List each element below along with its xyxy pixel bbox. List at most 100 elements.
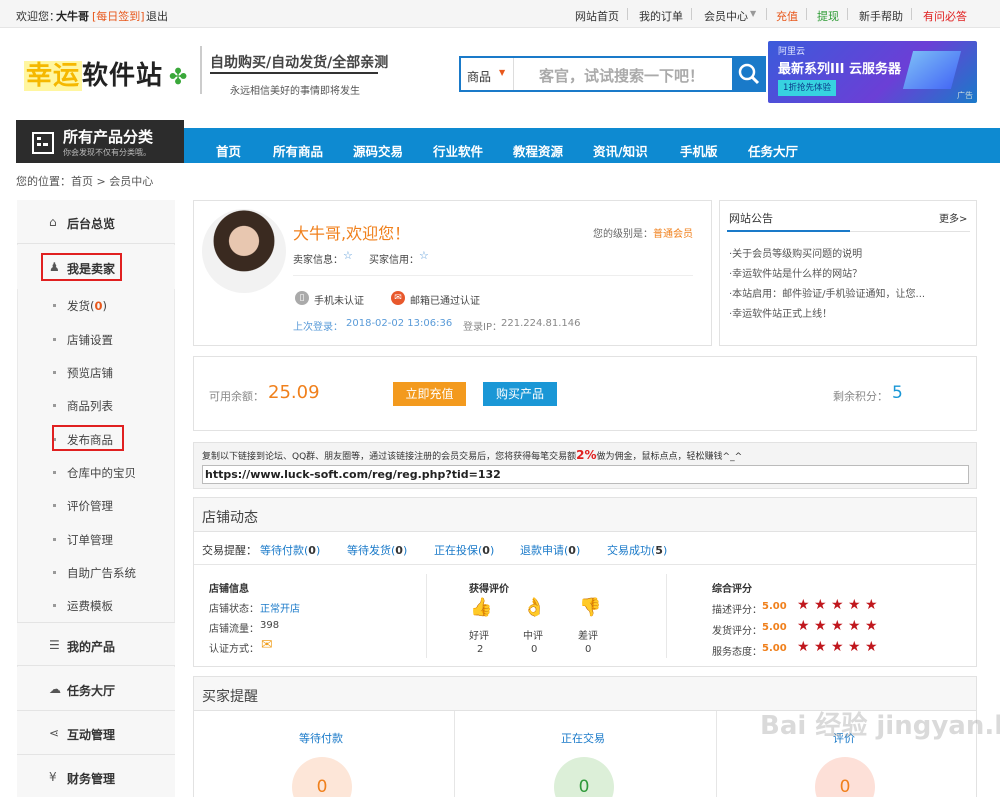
- sidebar-item-task-hall[interactable]: ☁ 任务大厅: [17, 667, 175, 711]
- rating-bad-label: 差评: [578, 631, 598, 642]
- top-link-member-center[interactable]: 会员中心: [704, 8, 748, 24]
- points-value: 5: [892, 383, 903, 403]
- nav-all-products[interactable]: 所有商品: [273, 141, 323, 160]
- sidebar-sub-orders[interactable]: 订单管理: [53, 532, 113, 548]
- top-link-home[interactable]: 网站首页: [575, 8, 619, 24]
- caret-down-icon[interactable]: ▼: [499, 68, 505, 77]
- shop-traffic-label: 店铺流量：: [209, 624, 259, 635]
- sidebar-sub-shop-settings[interactable]: 店铺设置: [53, 332, 113, 348]
- sidebar-my-products-label: 我的产品: [67, 640, 116, 654]
- top-link-help[interactable]: 新手帮助: [859, 8, 903, 24]
- buyer-trading-count[interactable]: 0: [554, 757, 614, 797]
- category-title: 所有产品分类: [63, 128, 154, 146]
- shop-info-title: 店铺信息: [209, 584, 249, 595]
- avatar[interactable]: [202, 209, 286, 293]
- nav-home[interactable]: 首页: [216, 141, 241, 160]
- sidebar-sub-preview-shop[interactable]: 预览店铺: [53, 365, 113, 381]
- category-icon: [32, 132, 54, 154]
- trade-pending-shipment[interactable]: 等待发货(0): [347, 542, 407, 558]
- logo-text-b: 软件站: [82, 61, 164, 91]
- sidebar-item-overview[interactable]: ⌂ 后台总览: [17, 200, 175, 244]
- recharge-button[interactable]: 立即充值: [393, 382, 466, 406]
- score-service-label: 服务态度：: [712, 647, 762, 658]
- sidebar-sub-warehouse[interactable]: 仓库中的宝贝: [53, 465, 136, 481]
- buyer-trading-label[interactable]: 正在交易: [561, 730, 605, 746]
- ship-count: 0: [94, 299, 103, 313]
- level-label: 您的级别是：: [593, 229, 653, 240]
- points-label: 剩余积分：: [833, 390, 888, 403]
- notice-item[interactable]: ·幸运软件站正式上线！: [729, 305, 832, 320]
- trade-refund[interactable]: 退款申请(0): [520, 542, 580, 558]
- category-menu[interactable]: 所有产品分类 你会发现不仅有分类哦。: [16, 120, 184, 163]
- header-divider: [200, 46, 202, 94]
- sidebar-item-finance[interactable]: ¥ 财务管理: [17, 755, 175, 797]
- chevron-down-icon[interactable]: ▼: [750, 9, 756, 18]
- notice-item[interactable]: ·本站启用：邮件验证/手机验证通知，让您...: [729, 285, 925, 300]
- buyer-review-count[interactable]: 0: [815, 757, 875, 797]
- search-box: 商品 ▼ 客官，试试搜索一下吧！: [459, 56, 766, 92]
- score-desc-value: 5.00: [762, 601, 787, 612]
- logout-link[interactable]: 退出: [146, 8, 168, 24]
- sidebar-item-my-products[interactable]: ☰ 我的产品: [17, 622, 175, 666]
- server-graphic: [902, 51, 962, 89]
- sidebar-finance-label: 财务管理: [67, 772, 116, 786]
- rating-good-label: 好评: [469, 631, 489, 642]
- star-outline-icon: ☆: [419, 249, 429, 262]
- trade-success[interactable]: 交易成功(5): [607, 542, 667, 558]
- score-desc-label: 描述评分：: [712, 605, 762, 616]
- top-link-recharge[interactable]: 充值: [776, 8, 798, 24]
- buyer-pending-payment-count[interactable]: 0: [292, 757, 352, 797]
- star-outline-icon: ☆: [343, 249, 353, 262]
- daily-checkin-link[interactable]: [每日签到]: [92, 8, 145, 24]
- nav-industry-software[interactable]: 行业软件: [433, 141, 483, 160]
- rating-good-count: 2: [477, 644, 484, 655]
- ad-banner[interactable]: 阿里云 最新系列III 云服务器 1折抢先体验 广告: [768, 41, 977, 103]
- search-category-select[interactable]: 商品: [467, 68, 491, 85]
- referral-panel: 复制以下链接到论坛、QQ群、朋友圈等，通过该链接注册的会员交易后，您将获得每笔交…: [193, 442, 977, 489]
- shop-panel: 店铺动态 交易提醒： 等待付款(0) 等待发货(0) 正在投保(0) 退款申请(…: [193, 497, 977, 667]
- nav-news[interactable]: 资讯/知识: [593, 141, 648, 160]
- site-logo[interactable]: 幸运软件站 ✤: [24, 55, 187, 92]
- rating-title: 获得评价: [469, 584, 509, 595]
- sidebar-sub-shipping-templates[interactable]: 运费模板: [53, 598, 113, 614]
- notice-title: 网站公告: [729, 212, 773, 225]
- notice-item[interactable]: ·幸运软件站是什么样的网站？: [729, 265, 862, 280]
- sidebar-sub-product-list[interactable]: 商品列表: [53, 398, 113, 414]
- trade-insurance[interactable]: 正在投保(0): [434, 542, 494, 558]
- member-level[interactable]: 普通会员: [653, 225, 693, 240]
- referral-link-input[interactable]: https://www.luck-soft.com/reg/reg.php?ti…: [202, 465, 969, 484]
- balance-amount: 25.09: [268, 382, 320, 403]
- last-login-label: 上次登录：: [293, 322, 343, 333]
- last-login: 2018-02-02 13:06:36: [346, 318, 453, 329]
- login-ip-label: 登录IP：: [463, 322, 502, 333]
- notice-item[interactable]: ·关于会员等级购买问题的说明: [729, 245, 862, 260]
- sidebar-item-interaction[interactable]: ⋖ 互动管理: [17, 711, 175, 755]
- rating-neutral-label: 中评: [523, 631, 543, 642]
- sidebar-sub-reviews[interactable]: 评价管理: [53, 498, 113, 514]
- auth-label: 认证方式：: [209, 644, 259, 655]
- top-link-orders[interactable]: 我的订单: [639, 8, 683, 24]
- trade-pending-payment[interactable]: 等待付款(0): [260, 542, 320, 558]
- top-link-faq[interactable]: 有问必答: [923, 8, 967, 24]
- sidebar-sub-self-ads[interactable]: 自助广告系统: [53, 565, 136, 581]
- sidebar-interaction-label: 互动管理: [67, 728, 116, 742]
- slogan: 自助购买/自动发货/全部亲测: [210, 55, 389, 71]
- breadcrumb: 您的位置：首页 > 会员中心: [16, 175, 154, 188]
- referral-text: 复制以下链接到论坛、QQ群、朋友圈等，通过该链接注册的会员交易后，您将获得每笔交…: [202, 448, 743, 462]
- nav-task-hall[interactable]: 任务大厅: [748, 141, 798, 160]
- search-input[interactable]: 客官，试试搜索一下吧！: [539, 65, 704, 86]
- notice-more-link[interactable]: 更多>: [939, 210, 967, 225]
- username[interactable]: 大牛哥: [56, 8, 89, 24]
- score-ship-label: 发货评分：: [712, 626, 762, 637]
- buy-product-button[interactable]: 购买产品: [483, 382, 557, 406]
- watermark: Bai 经验 jingyan.baidu.com: [760, 711, 1000, 741]
- search-button[interactable]: [732, 56, 766, 92]
- top-link-withdraw[interactable]: 提现: [817, 8, 839, 24]
- list-icon: ☰: [49, 638, 60, 652]
- nav-source-trade[interactable]: 源码交易: [353, 141, 403, 160]
- balance-label: 可用余额：: [209, 390, 264, 403]
- sidebar-sub-ship[interactable]: 发货(0): [53, 298, 107, 314]
- nav-mobile[interactable]: 手机版: [680, 141, 718, 160]
- buyer-pending-payment-label[interactable]: 等待付款: [299, 730, 343, 746]
- nav-tutorials[interactable]: 教程资源: [513, 141, 563, 160]
